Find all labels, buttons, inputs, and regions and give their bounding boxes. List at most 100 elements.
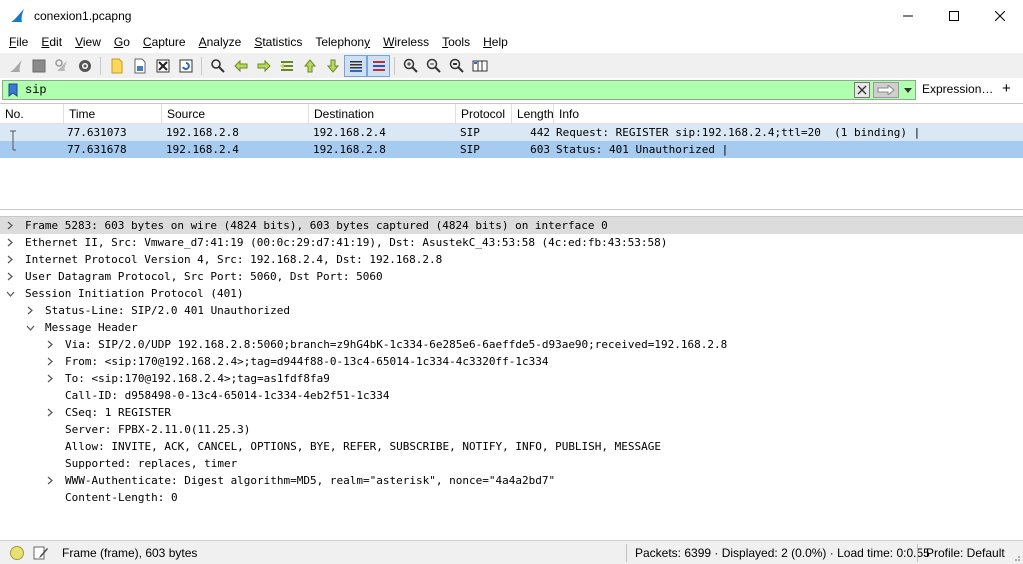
resize-grip-icon[interactable] [1011, 552, 1021, 562]
menu-help[interactable]: Help [478, 32, 516, 52]
menu-go[interactable]: Go [109, 32, 138, 52]
chevron-right-icon[interactable] [44, 336, 56, 353]
detail-tree-row[interactable]: WWW-Authenticate: Digest algorithm=MD5, … [0, 472, 1023, 489]
detail-tree-row[interactable]: CSeq: 1 REGISTER [0, 404, 1023, 421]
expression-button[interactable]: Expression… [922, 82, 993, 96]
packet-protocol: SIP [460, 126, 480, 139]
detail-tree-row[interactable]: Session Initiation Protocol (401) [0, 285, 1023, 302]
detail-tree-row[interactable]: Via: SIP/2.0/UDP 192.168.2.8:5060;branch… [0, 336, 1023, 353]
chevron-right-icon[interactable] [44, 404, 56, 421]
menu-edit[interactable]: Edit [36, 32, 70, 52]
close-file-button[interactable] [151, 55, 174, 77]
detail-tree-row[interactable]: Internet Protocol Version 4, Src: 192.16… [0, 251, 1023, 268]
chevron-right-icon[interactable] [4, 268, 16, 285]
detail-tree-row[interactable]: Server: FPBX-2.11.0(11.25.3) [0, 421, 1023, 438]
display-filter-input-box[interactable]: sip [2, 80, 916, 100]
chevron-right-icon[interactable] [4, 217, 16, 234]
resize-columns-button[interactable] [468, 55, 491, 77]
open-file-button[interactable] [105, 55, 128, 77]
status-profile[interactable]: Profile: Default [926, 546, 1005, 560]
packet-list-header: No. Time Source Destination Protocol Len… [0, 104, 1023, 124]
go-last-button[interactable] [321, 55, 344, 77]
go-back-button[interactable] [229, 55, 252, 77]
menu-analyze[interactable]: Analyze [194, 32, 250, 52]
apply-filter-button[interactable] [873, 82, 899, 98]
chevron-right-icon[interactable] [44, 370, 56, 387]
column-header-source[interactable]: Source [162, 104, 309, 123]
reload-file-button[interactable] [174, 55, 197, 77]
auto-scroll-button[interactable] [344, 54, 367, 77]
packet-time: 77.631678 [67, 143, 127, 156]
column-header-length[interactable]: Length [512, 104, 554, 123]
normal-size-button[interactable] [445, 55, 468, 77]
add-filter-button[interactable]: + [1002, 80, 1011, 97]
expert-info-indicator-icon[interactable] [10, 546, 24, 560]
detail-tree-row[interactable]: Content-Length: 0 [0, 489, 1023, 506]
go-first-button[interactable] [298, 55, 321, 77]
chevron-down-icon[interactable] [4, 285, 16, 302]
detail-tree-row[interactable]: Supported: replaces, timer [0, 455, 1023, 472]
reload-file-icon [179, 59, 192, 72]
clear-filter-button[interactable] [854, 82, 870, 98]
packet-length: 442 [530, 126, 550, 139]
column-header-no[interactable]: No. [0, 104, 64, 123]
menu-file[interactable]: File [4, 32, 36, 52]
go-to-packet-button[interactable] [275, 55, 298, 77]
filter-bookmark-icon[interactable] [5, 81, 21, 99]
packet-list: No. Time Source Destination Protocol Len… [0, 103, 1023, 210]
detail-tree-row[interactable]: To: <sip:170@192.168.2.4>;tag=as1fdf8fa9 [0, 370, 1023, 387]
detail-tree-row[interactable]: Status-Line: SIP/2.0 401 Unauthorized [0, 302, 1023, 319]
zoom-out-button[interactable] [422, 55, 445, 77]
zoom-out-icon [426, 58, 441, 73]
filter-history-dropdown[interactable] [901, 82, 915, 98]
column-header-info[interactable]: Info [554, 104, 1023, 123]
minimize-button[interactable] [885, 0, 931, 32]
column-header-destination[interactable]: Destination [309, 104, 456, 123]
restart-capture-icon [54, 58, 67, 71]
zoom-in-button[interactable] [399, 55, 422, 77]
column-header-protocol[interactable]: Protocol [456, 104, 512, 123]
chevron-right-icon[interactable] [24, 302, 36, 319]
menu-telephony[interactable]: Telephony [310, 32, 378, 52]
restart-capture-button[interactable] [50, 55, 73, 77]
chevron-down-icon [904, 87, 912, 93]
detail-tree-row[interactable]: From: <sip:170@192.168.2.4>;tag=d944f88-… [0, 353, 1023, 370]
capture-options-button[interactable] [73, 55, 96, 77]
stop-capture-button[interactable] [27, 55, 50, 77]
menu-capture[interactable]: Capture [138, 32, 194, 52]
minimize-icon [903, 15, 913, 17]
menu-statistics[interactable]: Statistics [249, 32, 310, 52]
menu-view[interactable]: View [70, 32, 109, 52]
chevron-down-icon[interactable] [24, 319, 36, 336]
colorize-button[interactable] [367, 54, 390, 77]
save-file-button[interactable] [128, 55, 151, 77]
column-header-time[interactable]: Time [64, 104, 162, 123]
detail-tree-text: Frame 5283: 603 bytes on wire (4824 bits… [25, 219, 608, 232]
stop-capture-icon [32, 59, 45, 72]
menu-wireless[interactable]: Wireless [378, 32, 437, 52]
detail-tree-row[interactable]: Allow: INVITE, ACK, CANCEL, OPTIONS, BYE… [0, 438, 1023, 455]
detail-tree-row[interactable]: Frame 5283: 603 bytes on wire (4824 bits… [0, 217, 1023, 234]
related-packet-end-icon [12, 141, 16, 151]
detail-tree-row[interactable]: Message Header [0, 319, 1023, 336]
close-button[interactable] [977, 0, 1023, 32]
chevron-right-icon[interactable] [4, 251, 16, 268]
start-capture-button[interactable] [4, 55, 27, 77]
detail-tree-row[interactable]: User Datagram Protocol, Src Port: 5060, … [0, 268, 1023, 285]
menu-bar: File Edit View Go Capture Analyze Statistics Te… [0, 32, 1023, 52]
chevron-right-icon[interactable] [44, 353, 56, 370]
detail-tree-row[interactable]: Call-ID: d958498-0-13c4-65014-1c334-4eb2… [0, 387, 1023, 404]
packet-destination: 192.168.2.8 [313, 143, 386, 156]
go-forward-button[interactable] [252, 55, 275, 77]
packet-row[interactable]: 5282 77.631073 192.168.2.8 192.168.2.4 S… [0, 124, 1023, 141]
capture-comment-icon[interactable] [33, 545, 49, 564]
menu-tools[interactable]: Tools [437, 32, 478, 52]
find-packet-button[interactable] [206, 55, 229, 77]
display-filter-input[interactable]: sip [25, 83, 854, 97]
detail-tree-row[interactable]: Ethernet II, Src: Vmware_d7:41:19 (00:0c… [0, 234, 1023, 251]
chevron-right-icon[interactable] [44, 472, 56, 489]
packet-row-selected[interactable]: 5283 77.631678 192.168.2.4 192.168.2.8 S… [0, 141, 1023, 158]
maximize-button[interactable] [931, 0, 977, 32]
chevron-right-icon[interactable] [4, 234, 16, 251]
